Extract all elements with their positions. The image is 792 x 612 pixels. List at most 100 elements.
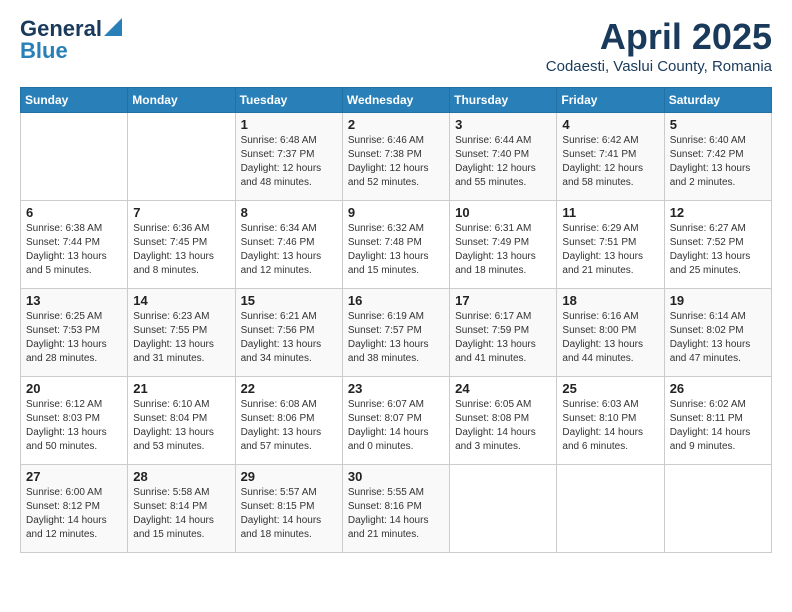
calendar-cell <box>557 465 664 553</box>
day-info: Sunrise: 6:46 AM Sunset: 7:38 PM Dayligh… <box>348 134 444 190</box>
calendar-cell: 8 Sunrise: 6:34 AM Sunset: 7:46 PM Daylig… <box>235 201 342 289</box>
day-number: 22 <box>241 381 337 396</box>
day-number: 4 <box>562 117 658 132</box>
day-number: 18 <box>562 293 658 308</box>
weekday-header-wednesday: Wednesday <box>342 88 449 113</box>
day-info: Sunrise: 6:42 AM Sunset: 7:41 PM Dayligh… <box>562 134 658 190</box>
day-info: Sunrise: 6:00 AM Sunset: 8:12 PM Dayligh… <box>26 486 122 542</box>
weekday-header-saturday: Saturday <box>664 88 771 113</box>
calendar-cell: 18 Sunrise: 6:16 AM Sunset: 8:00 PM Dayli… <box>557 289 664 377</box>
calendar-cell: 25 Sunrise: 6:03 AM Sunset: 8:10 PM Dayli… <box>557 377 664 465</box>
calendar-cell: 6 Sunrise: 6:38 AM Sunset: 7:44 PM Daylig… <box>21 201 128 289</box>
calendar-cell: 12 Sunrise: 6:27 AM Sunset: 7:52 PM Dayli… <box>664 201 771 289</box>
day-info: Sunrise: 6:38 AM Sunset: 7:44 PM Dayligh… <box>26 222 122 278</box>
day-info: Sunrise: 6:40 AM Sunset: 7:42 PM Dayligh… <box>670 134 766 190</box>
day-info: Sunrise: 6:21 AM Sunset: 7:56 PM Dayligh… <box>241 310 337 366</box>
day-number: 24 <box>455 381 551 396</box>
day-info: Sunrise: 6:48 AM Sunset: 7:37 PM Dayligh… <box>241 134 337 190</box>
day-number: 6 <box>26 205 122 220</box>
calendar-cell: 30 Sunrise: 5:55 AM Sunset: 8:16 PM Dayli… <box>342 465 449 553</box>
day-number: 17 <box>455 293 551 308</box>
day-number: 5 <box>670 117 766 132</box>
day-info: Sunrise: 6:34 AM Sunset: 7:46 PM Dayligh… <box>241 222 337 278</box>
day-info: Sunrise: 5:57 AM Sunset: 8:15 PM Dayligh… <box>241 486 337 542</box>
day-info: Sunrise: 6:03 AM Sunset: 8:10 PM Dayligh… <box>562 398 658 454</box>
logo-text-blue: Blue <box>20 38 68 64</box>
day-info: Sunrise: 6:08 AM Sunset: 8:06 PM Dayligh… <box>241 398 337 454</box>
calendar-cell: 26Sunrise: 6:02 AM Sunset: 8:11 PM Dayli… <box>664 377 771 465</box>
title-block: April 2025 Codaesti, Vaslui County, Roma… <box>546 16 772 75</box>
weekday-header-thursday: Thursday <box>450 88 557 113</box>
day-number: 29 <box>241 469 337 484</box>
day-info: Sunrise: 6:16 AM Sunset: 8:00 PM Dayligh… <box>562 310 658 366</box>
day-number: 12 <box>670 205 766 220</box>
day-number: 28 <box>133 469 229 484</box>
logo-triangle-icon <box>104 18 122 36</box>
calendar-cell <box>21 113 128 201</box>
weekday-header-monday: Monday <box>128 88 235 113</box>
calendar-cell: 15 Sunrise: 6:21 AM Sunset: 7:56 PM Dayli… <box>235 289 342 377</box>
calendar-cell: 2 Sunrise: 6:46 AM Sunset: 7:38 PM Daylig… <box>342 113 449 201</box>
day-number: 2 <box>348 117 444 132</box>
day-number: 9 <box>348 205 444 220</box>
day-number: 19 <box>670 293 766 308</box>
day-number: 16 <box>348 293 444 308</box>
day-info: Sunrise: 6:05 AM Sunset: 8:08 PM Dayligh… <box>455 398 551 454</box>
calendar-cell: 10Sunrise: 6:31 AM Sunset: 7:49 PM Dayli… <box>450 201 557 289</box>
calendar-cell: 17 Sunrise: 6:17 AM Sunset: 7:59 PM Dayli… <box>450 289 557 377</box>
day-info: Sunrise: 6:17 AM Sunset: 7:59 PM Dayligh… <box>455 310 551 366</box>
day-number: 7 <box>133 205 229 220</box>
day-info: Sunrise: 6:36 AM Sunset: 7:45 PM Dayligh… <box>133 222 229 278</box>
day-info: Sunrise: 6:27 AM Sunset: 7:52 PM Dayligh… <box>670 222 766 278</box>
day-number: 15 <box>241 293 337 308</box>
day-number: 25 <box>562 381 658 396</box>
calendar-cell: 14 Sunrise: 6:23 AM Sunset: 7:55 PM Dayli… <box>128 289 235 377</box>
day-info: Sunrise: 5:58 AM Sunset: 8:14 PM Dayligh… <box>133 486 229 542</box>
day-number: 27 <box>26 469 122 484</box>
calendar-cell: 16 Sunrise: 6:19 AM Sunset: 7:57 PM Dayli… <box>342 289 449 377</box>
day-number: 26 <box>670 381 766 396</box>
page-header: General Blue April 2025 Codaesti, Vaslui… <box>20 16 772 75</box>
day-number: 30 <box>348 469 444 484</box>
calendar-cell: 21 Sunrise: 6:10 AM Sunset: 8:04 PM Dayli… <box>128 377 235 465</box>
calendar-cell <box>128 113 235 201</box>
day-info: Sunrise: 6:14 AM Sunset: 8:02 PM Dayligh… <box>670 310 766 366</box>
calendar-cell: 22 Sunrise: 6:08 AM Sunset: 8:06 PM Dayli… <box>235 377 342 465</box>
day-info: Sunrise: 6:10 AM Sunset: 8:04 PM Dayligh… <box>133 398 229 454</box>
calendar-cell <box>664 465 771 553</box>
calendar-cell: 9 Sunrise: 6:32 AM Sunset: 7:48 PM Daylig… <box>342 201 449 289</box>
weekday-header-tuesday: Tuesday <box>235 88 342 113</box>
day-number: 20 <box>26 381 122 396</box>
weekday-header-sunday: Sunday <box>21 88 128 113</box>
day-info: Sunrise: 6:23 AM Sunset: 7:55 PM Dayligh… <box>133 310 229 366</box>
logo: General Blue <box>20 16 122 64</box>
calendar-cell: 24 Sunrise: 6:05 AM Sunset: 8:08 PM Dayli… <box>450 377 557 465</box>
day-number: 3 <box>455 117 551 132</box>
day-number: 10 <box>455 205 551 220</box>
calendar-cell: 23 Sunrise: 6:07 AM Sunset: 8:07 PM Dayli… <box>342 377 449 465</box>
calendar-cell: 3 Sunrise: 6:44 AM Sunset: 7:40 PM Daylig… <box>450 113 557 201</box>
calendar-cell: 1Sunrise: 6:48 AM Sunset: 7:37 PM Daylig… <box>235 113 342 201</box>
day-info: Sunrise: 6:12 AM Sunset: 8:03 PM Dayligh… <box>26 398 122 454</box>
page-subtitle: Codaesti, Vaslui County, Romania <box>546 58 772 75</box>
calendar-cell: 29 Sunrise: 5:57 AM Sunset: 8:15 PM Dayli… <box>235 465 342 553</box>
day-number: 14 <box>133 293 229 308</box>
page-title: April 2025 <box>546 16 772 58</box>
calendar-cell: 27 Sunrise: 6:00 AM Sunset: 8:12 PM Dayli… <box>21 465 128 553</box>
calendar-cell: 4 Sunrise: 6:42 AM Sunset: 7:41 PM Daylig… <box>557 113 664 201</box>
calendar-cell: 5 Sunrise: 6:40 AM Sunset: 7:42 PM Daylig… <box>664 113 771 201</box>
calendar-cell: 28 Sunrise: 5:58 AM Sunset: 8:14 PM Dayli… <box>128 465 235 553</box>
day-info: Sunrise: 6:07 AM Sunset: 8:07 PM Dayligh… <box>348 398 444 454</box>
day-number: 11 <box>562 205 658 220</box>
day-number: 23 <box>348 381 444 396</box>
calendar-cell: 20 Sunrise: 6:12 AM Sunset: 8:03 PM Dayli… <box>21 377 128 465</box>
day-number: 8 <box>241 205 337 220</box>
day-number: 21 <box>133 381 229 396</box>
day-info: Sunrise: 6:44 AM Sunset: 7:40 PM Dayligh… <box>455 134 551 190</box>
calendar-cell: 13Sunrise: 6:25 AM Sunset: 7:53 PM Dayli… <box>21 289 128 377</box>
day-info: Sunrise: 6:32 AM Sunset: 7:48 PM Dayligh… <box>348 222 444 278</box>
day-info: Sunrise: 6:19 AM Sunset: 7:57 PM Dayligh… <box>348 310 444 366</box>
day-info: Sunrise: 5:55 AM Sunset: 8:16 PM Dayligh… <box>348 486 444 542</box>
calendar-cell: 19 Sunrise: 6:14 AM Sunset: 8:02 PM Dayli… <box>664 289 771 377</box>
calendar-cell: 11Sunrise: 6:29 AM Sunset: 7:51 PM Dayli… <box>557 201 664 289</box>
